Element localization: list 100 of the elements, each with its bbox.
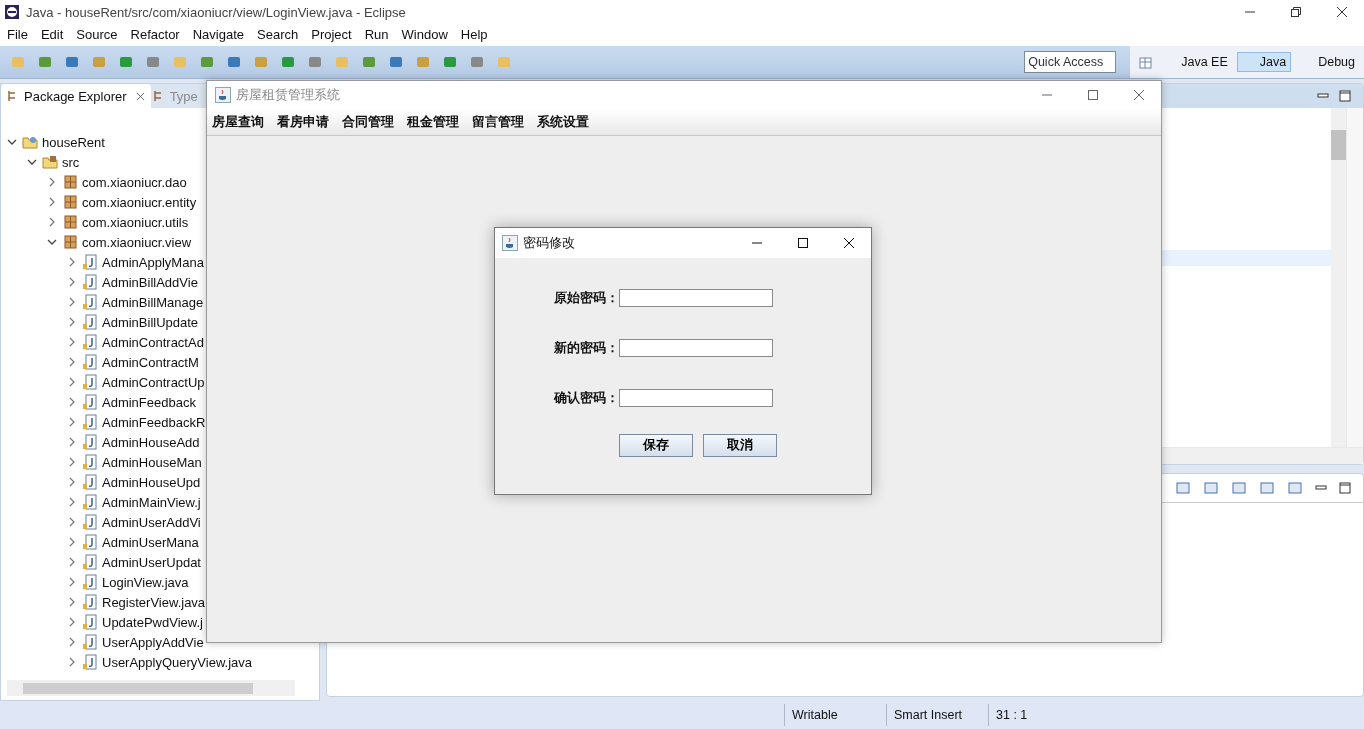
tree-item[interactable]: LoginView.java [102, 574, 189, 590]
tree-item[interactable]: RegisterView.java [102, 594, 206, 610]
tree-item[interactable]: AdminUserAddVi [102, 514, 201, 530]
tree-item[interactable]: AdminUserUpdat [102, 554, 201, 570]
tree-item[interactable]: AdminApplyMana [102, 254, 204, 270]
collapsed-chevron-icon[interactable] [67, 477, 77, 487]
expanded-chevron-icon[interactable] [27, 157, 37, 167]
password-field[interactable] [619, 339, 773, 357]
app-window-title: 房屋租赁管理系统 [236, 86, 340, 104]
tree-item[interactable]: com.xiaoniucr.utils [82, 214, 189, 230]
menu-item[interactable]: Window [401, 26, 448, 42]
password-field[interactable] [619, 289, 773, 307]
tree-item[interactable]: com.xiaoniucr.dao [82, 174, 187, 190]
expanded-chevron-icon[interactable] [47, 237, 57, 247]
menu-item[interactable]: 房屋查询 [212, 113, 264, 131]
menu-item[interactable]: 租金管理 [407, 113, 459, 131]
close-icon[interactable] [1336, 6, 1348, 18]
tree-item[interactable]: AdminUserMana [102, 534, 199, 550]
collapsed-chevron-icon[interactable] [67, 497, 77, 507]
menu-item[interactable]: Help [460, 26, 488, 42]
collapsed-chevron-icon[interactable] [67, 577, 77, 587]
java-file-icon [82, 454, 98, 470]
vertical-scrollbar[interactable] [1331, 108, 1346, 447]
collapsed-chevron-icon[interactable] [67, 557, 77, 567]
java-cup-icon [215, 87, 231, 103]
menu-item[interactable]: Search [257, 26, 299, 42]
collapsed-chevron-icon[interactable] [67, 517, 77, 527]
tree-item[interactable]: UserApplyAddVie [102, 634, 204, 650]
tree-item[interactable]: AdminMainView.j [102, 494, 201, 510]
perspective-button[interactable]: Java EE [1158, 52, 1233, 72]
dialog-button[interactable]: 保存 [619, 434, 693, 457]
expanded-chevron-icon[interactable] [7, 137, 17, 147]
tree-item[interactable]: AdminBillManage [102, 294, 204, 310]
menu-item[interactable]: Navigate [192, 26, 244, 42]
collapsed-chevron-icon[interactable] [67, 437, 77, 447]
menu-item[interactable]: 系统设置 [537, 113, 589, 131]
collapsed-chevron-icon[interactable] [67, 457, 77, 467]
java-file-icon [82, 614, 98, 630]
collapsed-chevron-icon[interactable] [67, 257, 77, 267]
field-label: 新的密码： [553, 339, 619, 357]
menu-item[interactable]: Edit [40, 26, 64, 42]
menu-item[interactable]: Project [311, 26, 352, 42]
collapsed-chevron-icon[interactable] [47, 177, 57, 187]
tree-item[interactable]: AdminFeedback [102, 394, 196, 410]
menu-item[interactable]: Run [364, 26, 389, 42]
menu-item[interactable]: 看房申请 [277, 113, 329, 131]
tree-item[interactable]: src [62, 154, 80, 170]
perspective-button[interactable]: Debug [1295, 52, 1360, 72]
view-tab[interactable]: Package Explorer [1, 84, 151, 108]
collapsed-chevron-icon[interactable] [47, 217, 57, 227]
menu-item[interactable]: File [7, 26, 28, 42]
maximize-icon[interactable] [797, 237, 809, 249]
collapsed-chevron-icon[interactable] [67, 297, 77, 307]
collapsed-chevron-icon[interactable] [67, 417, 77, 427]
collapsed-chevron-icon[interactable] [47, 197, 57, 207]
java-file-icon [82, 254, 98, 270]
password-field[interactable] [619, 389, 773, 407]
horizontal-scrollbar[interactable] [7, 680, 295, 696]
tree-item[interactable]: UserApplyQueryView.java [102, 654, 253, 670]
collapsed-chevron-icon[interactable] [67, 357, 77, 367]
close-icon[interactable] [843, 237, 855, 249]
menu-item[interactable]: 留言管理 [472, 113, 524, 131]
java-file-icon [82, 334, 98, 350]
tree-item[interactable]: com.xiaoniucr.entity [82, 194, 197, 210]
collapsed-chevron-icon[interactable] [67, 397, 77, 407]
open-perspective-icon[interactable] [1138, 54, 1155, 70]
collapsed-chevron-icon[interactable] [67, 537, 77, 547]
tree-item[interactable]: AdminContractUp [102, 374, 205, 390]
quick-access-field[interactable]: Quick Access [1024, 51, 1117, 73]
tree-item[interactable]: AdminContractM [102, 354, 199, 370]
collapsed-chevron-icon[interactable] [67, 377, 77, 387]
collapsed-chevron-icon[interactable] [67, 277, 77, 287]
tree-item[interactable]: UpdatePwdView.j [102, 614, 203, 630]
java-file-icon [82, 554, 98, 570]
tree-item[interactable]: houseRent [42, 134, 105, 150]
java-file-icon [82, 374, 98, 390]
collapsed-chevron-icon[interactable] [67, 337, 77, 347]
perspective-button[interactable]: Java [1236, 52, 1292, 72]
tree-item[interactable]: AdminHouseUpd [102, 474, 201, 490]
collapsed-chevron-icon[interactable] [67, 657, 77, 667]
menu-item[interactable]: 合同管理 [342, 113, 394, 131]
tree-item[interactable]: AdminBillUpdate [102, 314, 199, 330]
menu-item[interactable]: Source [76, 26, 118, 42]
collapsed-chevron-icon[interactable] [67, 597, 77, 607]
menu-item[interactable]: Refactor [130, 26, 180, 42]
tree-item[interactable]: AdminFeedbackR [102, 414, 206, 430]
dialog-button[interactable]: 取消 [703, 434, 777, 457]
tree-item[interactable]: AdminContractAd [102, 334, 204, 350]
tree-item[interactable]: com.xiaoniucr.view [82, 234, 192, 250]
collapsed-chevron-icon[interactable] [67, 617, 77, 627]
java-file-icon [82, 414, 98, 430]
field-label: 原始密码： [553, 289, 619, 307]
tree-item[interactable]: AdminHouseMan [102, 454, 202, 470]
tree-item[interactable]: AdminBillAddVie [102, 274, 198, 290]
collapsed-chevron-icon[interactable] [67, 637, 77, 647]
collapsed-chevron-icon[interactable] [67, 317, 77, 327]
java-file-icon [82, 514, 98, 530]
restore-icon[interactable] [1290, 6, 1302, 18]
java-file-icon [82, 394, 98, 410]
tree-item[interactable]: AdminHouseAdd [102, 434, 200, 450]
